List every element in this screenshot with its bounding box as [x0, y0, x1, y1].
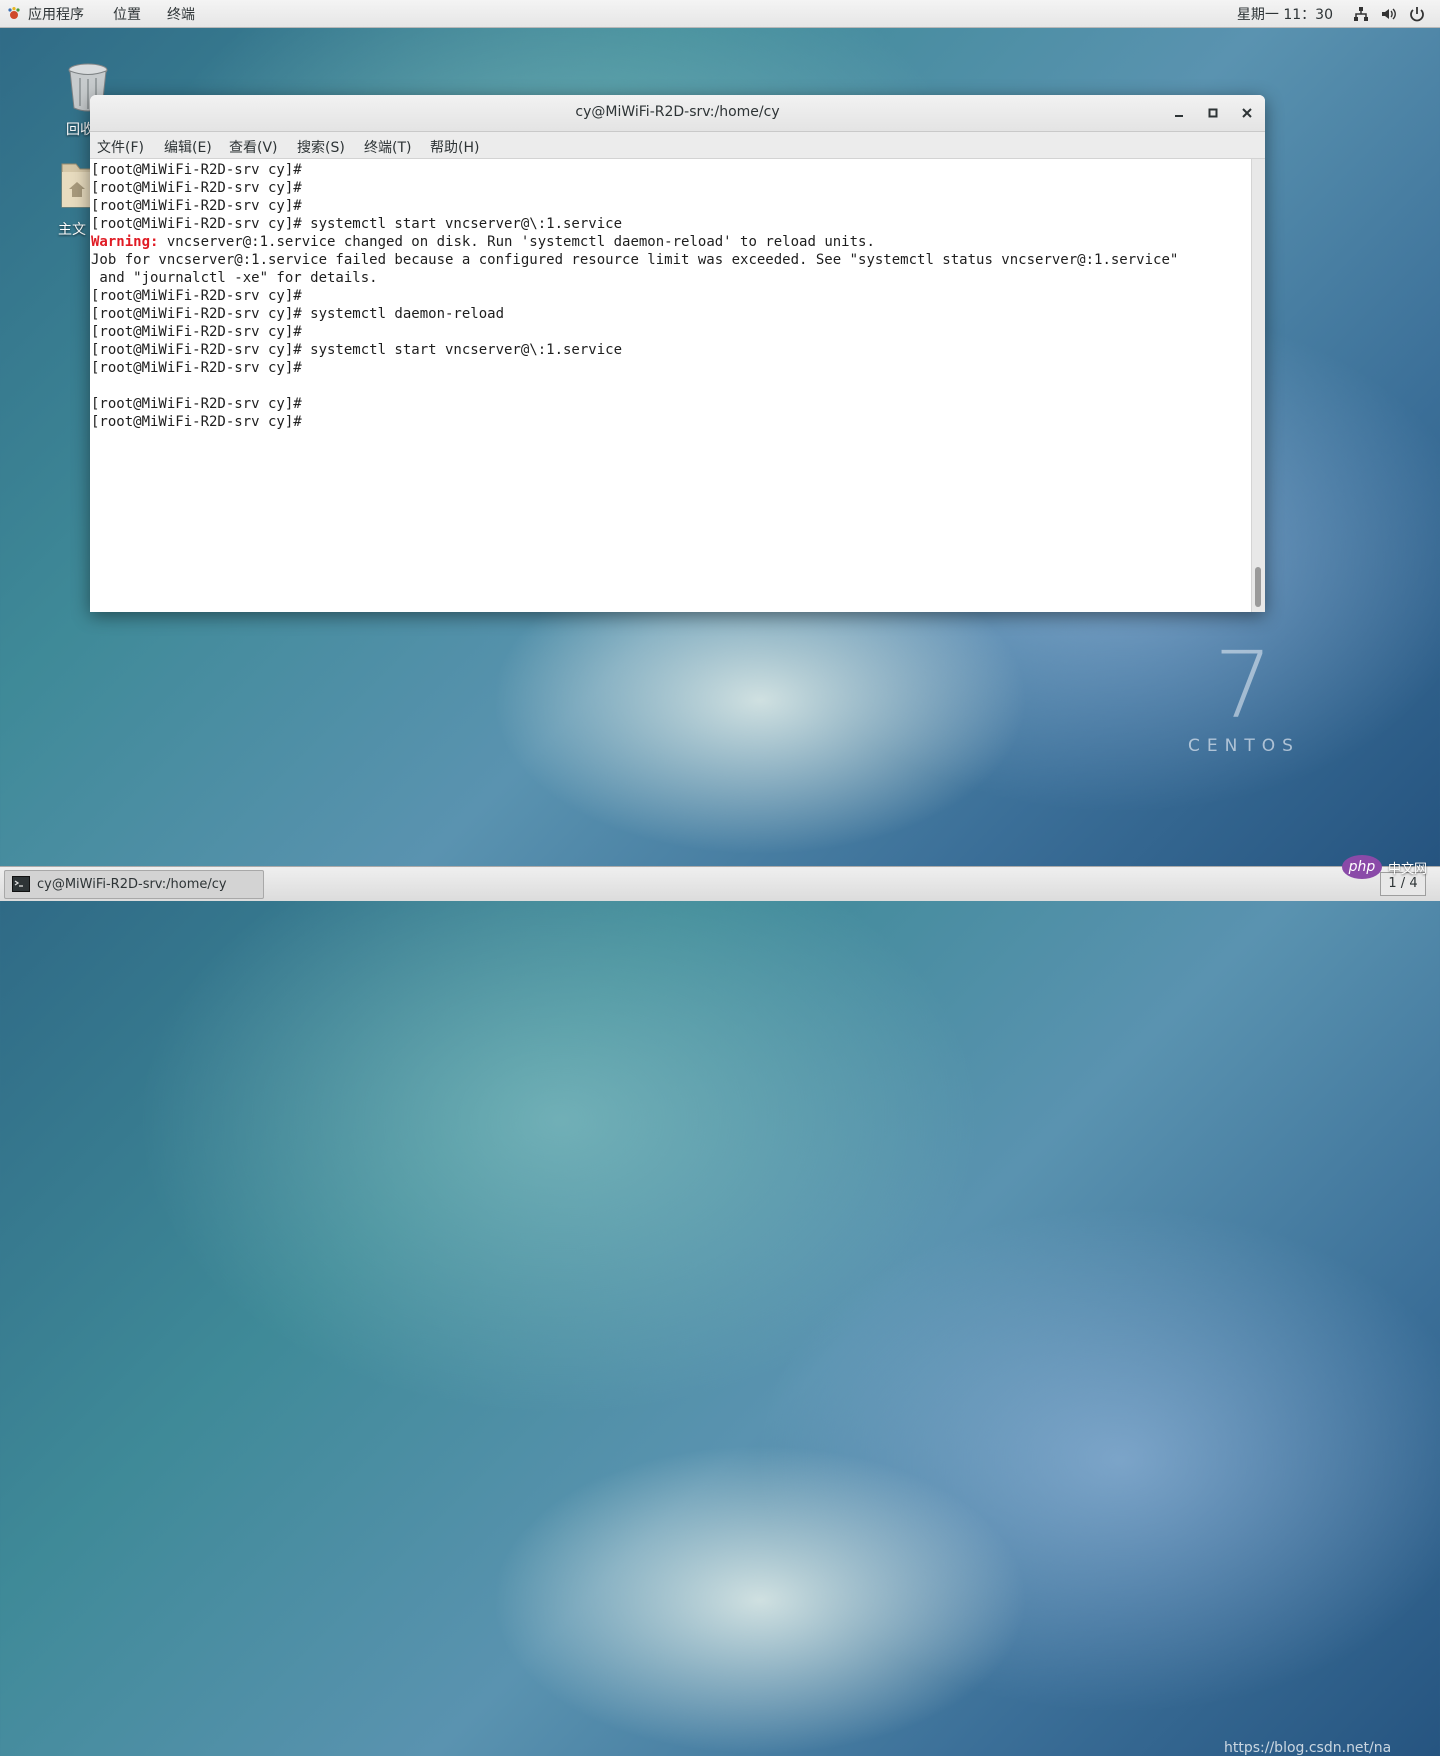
terminal-window[interactable]: cy@MiWiFi-R2D-srv:/home/cy 文件(F) 编辑(E) 查…	[90, 95, 1265, 612]
top-panel: 应用程序 位置 终端 星期一 11：30	[0, 0, 1440, 28]
warning-text: vncserver@:1.service changed on disk. Ru…	[166, 234, 875, 250]
terminal-output[interactable]: [root@MiWiFi-R2D-srv cy]# [root@MiWiFi-R…	[90, 159, 1252, 612]
taskbar-window-label: cy@MiWiFi-R2D-srv:/home/cy	[37, 877, 227, 892]
centos-wordmark: CENTOS	[1188, 736, 1300, 756]
minimize-button[interactable]	[1171, 105, 1187, 121]
watermark-text: https://blog.csdn.net/na	[1224, 1740, 1392, 1756]
terminal-line: [root@MiWiFi-R2D-srv cy]# systemctl star…	[91, 342, 623, 358]
terminal-line: [root@MiWiFi-R2D-srv cy]#	[91, 396, 302, 412]
clock[interactable]: 星期一 11：30	[1237, 4, 1333, 24]
menu-file[interactable]: 文件(F)	[97, 137, 144, 157]
applications-label: 应用程序	[28, 7, 84, 23]
gnome-foot-icon	[8, 7, 20, 19]
bottom-panel: cy@MiWiFi-R2D-srv:/home/cy https://blog.…	[0, 866, 1440, 1756]
terminal-line: [root@MiWiFi-R2D-srv cy]#	[91, 360, 302, 376]
terminal-line: and "journalctl -xe" for details.	[91, 270, 378, 286]
terminal-line: [root@MiWiFi-R2D-srv cy]#	[91, 324, 302, 340]
network-icon[interactable]	[1352, 5, 1370, 23]
menu-bar: 文件(F) 编辑(E) 查看(V) 搜索(S) 终端(T) 帮助(H)	[90, 132, 1265, 159]
close-icon	[1242, 108, 1252, 118]
terminal-menu[interactable]: 终端	[167, 4, 195, 24]
php-logo-badge: php	[1342, 855, 1382, 879]
terminal-line: [root@MiWiFi-R2D-srv cy]#	[91, 162, 302, 178]
home-label[interactable]: 主文	[58, 219, 86, 239]
volume-icon[interactable]	[1380, 5, 1398, 23]
power-icon[interactable]	[1408, 5, 1426, 23]
places-menu[interactable]: 位置	[113, 4, 141, 24]
terminal-line: [root@MiWiFi-R2D-srv cy]#	[91, 414, 302, 430]
applications-menu[interactable]: 应用程序	[6, 4, 84, 24]
php-cn-label: 中文网	[1388, 862, 1428, 877]
menu-help[interactable]: 帮助(H)	[430, 137, 479, 157]
window-titlebar[interactable]: cy@MiWiFi-R2D-srv:/home/cy	[90, 95, 1265, 132]
close-button[interactable]	[1239, 105, 1255, 121]
maximize-button[interactable]	[1205, 105, 1221, 121]
menu-terminal[interactable]: 终端(T)	[364, 137, 411, 157]
terminal-line-warning: Warning: vncserver@:1.service changed on…	[90, 233, 1252, 251]
terminal-line: [root@MiWiFi-R2D-srv cy]# systemctl star…	[91, 216, 623, 232]
terminal-line: [root@MiWiFi-R2D-srv cy]#	[91, 180, 302, 196]
terminal-line: [root@MiWiFi-R2D-srv cy]# systemctl daem…	[91, 306, 505, 322]
home-folder-icon[interactable]	[60, 160, 94, 210]
terminal-scrollbar[interactable]	[1251, 159, 1265, 612]
window-title: cy@MiWiFi-R2D-srv:/home/cy	[575, 104, 780, 120]
menu-search[interactable]: 搜索(S)	[297, 137, 345, 157]
warning-prefix: Warning:	[91, 234, 159, 250]
terminal-line: [root@MiWiFi-R2D-srv cy]#	[91, 288, 302, 304]
scrollbar-thumb[interactable]	[1255, 567, 1261, 607]
minimize-icon	[1175, 115, 1183, 117]
taskbar-window-button[interactable]: cy@MiWiFi-R2D-srv:/home/cy	[4, 870, 264, 899]
menu-view[interactable]: 查看(V)	[229, 137, 278, 157]
maximize-icon	[1208, 108, 1218, 118]
terminal-line: Job for vncserver@:1.service failed beca…	[91, 252, 1179, 268]
terminal-app-icon	[12, 876, 30, 892]
terminal-line: [root@MiWiFi-R2D-srv cy]#	[91, 198, 302, 214]
centos-version-logo: 7	[1214, 632, 1273, 739]
menu-edit[interactable]: 编辑(E)	[164, 137, 212, 157]
